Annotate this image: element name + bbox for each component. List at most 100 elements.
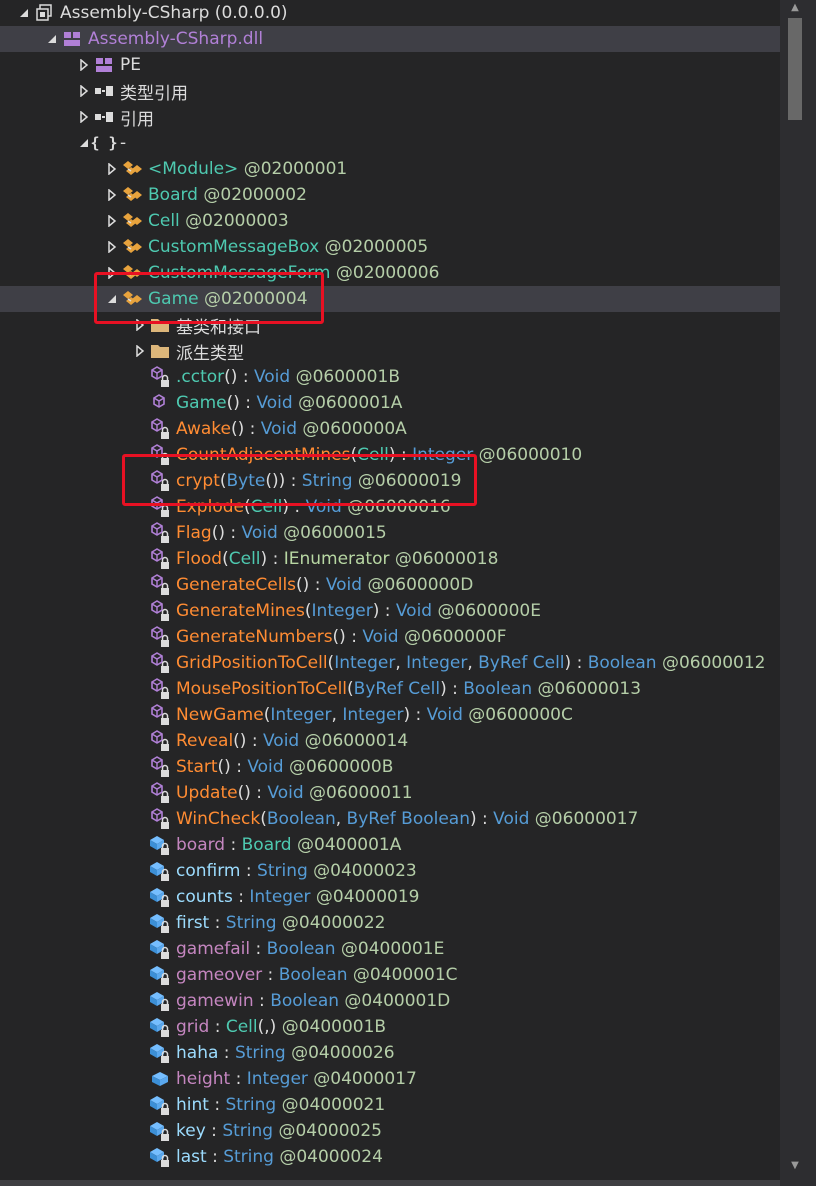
tree-node[interactable]: MousePositionToCell(ByRef Cell) : Boolea… — [0, 676, 780, 702]
tree-node[interactable]: 基类和接口 — [0, 312, 780, 338]
tree-node-label: 基类和接口 — [176, 313, 261, 338]
expanded-arrow-icon[interactable] — [16, 0, 32, 26]
tree-node[interactable]: confirm : String @04000023 — [0, 858, 780, 884]
label-part: Explode — [176, 497, 244, 517]
vertical-scrollbar[interactable]: ▲ ▼ — [780, 0, 816, 1186]
tree-node[interactable]: Start() : Void @0600000B — [0, 754, 780, 780]
class-icon — [120, 156, 144, 182]
tree-node[interactable]: Assembly-CSharp.dll — [0, 26, 780, 52]
tree-node[interactable]: Flood(Cell) : IEnumerator @06000018 — [0, 546, 780, 572]
collapsed-arrow-icon[interactable] — [76, 52, 92, 78]
label-part: Boolean — [587, 653, 657, 673]
assembly-explorer-tree[interactable]: Assembly-CSharp (0.0.0.0) Assembly-CSharp… — [0, 0, 780, 1180]
collapsed-arrow-icon[interactable] — [132, 312, 148, 338]
label-part: PE — [120, 55, 141, 75]
tree-node[interactable]: .cctor() : Void @0600001B — [0, 364, 780, 390]
collapsed-arrow-icon[interactable] — [104, 182, 120, 208]
tree-node-label: PE — [120, 55, 141, 75]
tree-node[interactable]: Awake() : Void @0600000A — [0, 416, 780, 442]
tree-node[interactable]: 派生类型 — [0, 338, 780, 364]
label-part: Board — [148, 185, 198, 205]
label-part: @0600001B — [290, 367, 400, 387]
collapsed-arrow-icon[interactable] — [76, 78, 92, 104]
tree-node[interactable]: board : Board @0400001A — [0, 832, 780, 858]
tree-node[interactable]: GenerateNumbers() : Void @0600000F — [0, 624, 780, 650]
tree-node[interactable]: 引用 — [0, 104, 780, 130]
tree-node[interactable]: crypt(Byte()) : String @06000019 — [0, 468, 780, 494]
method-private-icon — [148, 468, 172, 494]
tree-node[interactable]: WinCheck(Boolean, ByRef Boolean) : Void … — [0, 806, 780, 832]
scrollbar-thumb[interactable] — [788, 18, 802, 120]
tree-node[interactable]: haha : String @04000026 — [0, 1040, 780, 1066]
collapsed-arrow-icon[interactable] — [76, 104, 92, 130]
tree-node-label: WinCheck(Boolean, ByRef Boolean) : Void … — [176, 809, 638, 829]
horizontal-scrollbar[interactable] — [0, 1180, 780, 1186]
collapsed-arrow-icon[interactable] — [104, 156, 120, 182]
tree-node[interactable]: first : String @04000022 — [0, 910, 780, 936]
expanded-arrow-icon[interactable] — [44, 26, 60, 52]
tree-node[interactable]: Update() : Void @06000011 — [0, 780, 780, 806]
label-part: 基类和接口 — [176, 317, 261, 338]
tree-node[interactable]: gamewin : Boolean @0400001D — [0, 988, 780, 1014]
tree-node[interactable]: Cell @02000003 — [0, 208, 780, 234]
tree-node[interactable]: grid : Cell(,) @0400001B — [0, 1014, 780, 1040]
field-private-icon — [148, 936, 172, 962]
field-private-icon — [148, 910, 172, 936]
label-part: () : — [211, 523, 242, 543]
tree-node[interactable]: NewGame(Integer, Integer) : Void @060000… — [0, 702, 780, 728]
tree-node-label: grid : Cell(,) @0400001B — [176, 1017, 386, 1037]
tree-node-label: Flood(Cell) : IEnumerator @06000018 — [176, 549, 498, 569]
label-part: Void — [256, 393, 293, 413]
scroll-down-icon[interactable]: ▼ — [788, 1160, 802, 1172]
tree-node[interactable]: 类型引用 — [0, 78, 780, 104]
label-part: : — [253, 991, 271, 1011]
tree-node[interactable]: gamefail : Boolean @0400001E — [0, 936, 780, 962]
tree-node-label: CustomMessageForm @02000006 — [148, 263, 439, 283]
label-part: Void — [305, 497, 342, 517]
tree-node[interactable]: key : String @04000025 — [0, 1118, 780, 1144]
tree-node[interactable]: Flag() : Void @06000015 — [0, 520, 780, 546]
label-part: GenerateNumbers — [176, 627, 333, 647]
tree-node[interactable]: CustomMessageForm @02000006 — [0, 260, 780, 286]
tree-node[interactable]: hint : String @04000021 — [0, 1092, 780, 1118]
tree-node-label: GenerateMines(Integer) : Void @0600000E — [176, 601, 541, 621]
tree-node[interactable]: last : String @04000024 — [0, 1144, 780, 1170]
tree-node[interactable]: counts : Integer @04000019 — [0, 884, 780, 910]
label-part: Integer — [311, 601, 373, 621]
expanded-arrow-icon[interactable] — [104, 286, 120, 312]
method-private-icon — [148, 572, 172, 598]
label-part: , — [467, 653, 479, 673]
label-part: ) : — [403, 705, 427, 725]
tree-node[interactable]: GenerateCells() : Void @0600000D — [0, 572, 780, 598]
collapsed-arrow-icon[interactable] — [132, 338, 148, 364]
label-part: () : — [233, 731, 263, 751]
collapsed-arrow-icon[interactable] — [104, 208, 120, 234]
tree-node[interactable]: PE — [0, 52, 780, 78]
scroll-up-icon[interactable]: ▲ — [788, 2, 802, 14]
namespace-icon: { } — [90, 134, 118, 152]
label-part: Cell — [148, 211, 180, 231]
tree-node[interactable]: GenerateMines(Integer) : Void @0600000E — [0, 598, 780, 624]
field-private-icon — [148, 884, 172, 910]
tree-node[interactable]: CountAdjacentMines(Cell) : Integer @0600… — [0, 442, 780, 468]
tree-node[interactable]: height : Integer @04000017 — [0, 1066, 780, 1092]
label-part: @06000015 — [277, 523, 387, 543]
label-part: Board — [241, 835, 292, 855]
tree-node[interactable]: CustomMessageBox @02000005 — [0, 234, 780, 260]
tree-node[interactable]: GridPositionToCell(Integer, Integer, ByR… — [0, 650, 780, 676]
tree-node[interactable]: Game() : Void @0600001A — [0, 390, 780, 416]
tree-node[interactable]: Game @02000004 — [0, 286, 780, 312]
tree-node[interactable]: Explode(Cell) : Void @06000016 — [0, 494, 780, 520]
label-part: @0600001A — [292, 393, 403, 413]
field-private-icon — [148, 858, 172, 884]
tree-node[interactable]: <Module> @02000001 — [0, 156, 780, 182]
tree-node[interactable]: Assembly-CSharp (0.0.0.0) — [0, 0, 780, 26]
tree-node[interactable]: { } - — [0, 130, 780, 156]
folder-icon — [148, 338, 172, 364]
collapsed-arrow-icon[interactable] — [104, 234, 120, 260]
tree-node[interactable]: Reveal() : Void @06000014 — [0, 728, 780, 754]
tree-node[interactable]: Board @02000002 — [0, 182, 780, 208]
tree-node[interactable]: gameover : Boolean @0400001C — [0, 962, 780, 988]
label-part: NewGame — [176, 705, 264, 725]
collapsed-arrow-icon[interactable] — [104, 260, 120, 286]
